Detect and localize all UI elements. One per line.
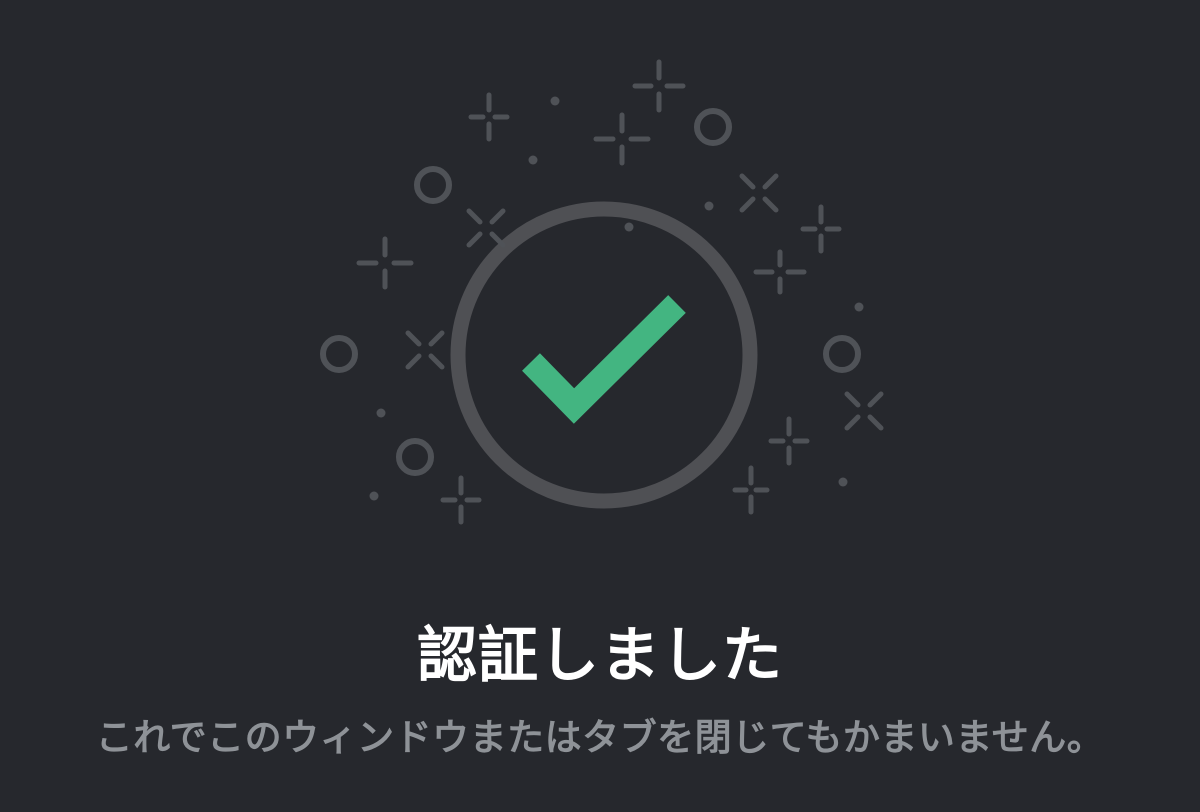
sparkle-icon <box>753 249 807 295</box>
ring-icon <box>414 166 452 204</box>
success-ring-icon <box>450 201 758 509</box>
ring-icon <box>396 438 434 476</box>
dot-icon <box>854 302 864 312</box>
ring-icon <box>823 335 861 373</box>
dot-icon <box>624 222 634 232</box>
x-sparkle-icon <box>405 330 445 370</box>
dot-icon <box>704 201 714 211</box>
decorative-dots <box>369 96 864 501</box>
dot-icon <box>376 408 386 418</box>
sparkle-icon <box>768 416 810 466</box>
success-illustration <box>320 59 884 525</box>
dot-icon <box>369 491 379 501</box>
page-title: 認証しました <box>417 621 783 691</box>
x-sparkle-icon <box>844 391 884 431</box>
x-sparkle-icon <box>739 173 779 213</box>
sparkle-icon <box>732 465 770 515</box>
sparkle-icon <box>468 92 510 142</box>
ring-icon <box>694 108 732 146</box>
authorization-complete-screen: 認証しました これでこのウィンドウまたはタブを閉じてもかまいません。 <box>0 0 1200 812</box>
x-sparkle-icon <box>466 208 506 248</box>
dot-icon <box>528 155 538 165</box>
dot-icon <box>550 96 560 106</box>
checkmark-icon <box>522 295 686 424</box>
sparkle-icon <box>632 59 686 113</box>
dot-icon <box>838 477 848 487</box>
ring-icon <box>320 335 358 373</box>
decorative-sparkles <box>356 59 884 525</box>
status-message: これでこのウィンドウまたはタブを閉じてもかまいません。 <box>95 716 1105 759</box>
sparkle-icon <box>356 236 414 290</box>
sparkle-icon <box>440 475 482 525</box>
sparkle-icon <box>593 112 651 166</box>
sparkle-icon <box>800 204 842 254</box>
